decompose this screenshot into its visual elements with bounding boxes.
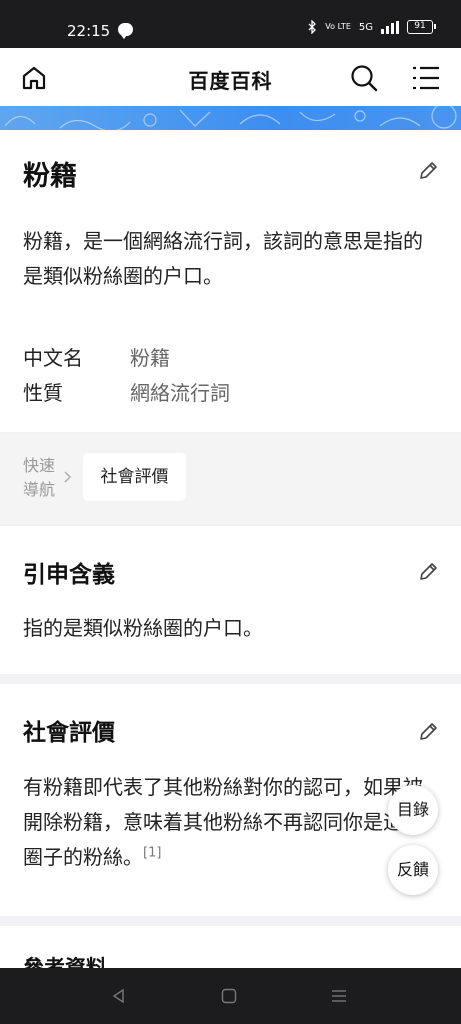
app-header: 百度百科 (0, 48, 461, 106)
chat-notification-icon (118, 23, 133, 39)
entry-title: 粉籍 (23, 161, 77, 192)
reference-link[interactable]: [1] (143, 845, 161, 860)
back-icon[interactable] (111, 988, 127, 1004)
quick-nav: 快速導航 社會評價 (0, 434, 461, 524)
info-value: 粉籍 (130, 346, 170, 370)
edit-icon[interactable] (417, 160, 439, 182)
status-time: 22:15 (67, 22, 111, 40)
info-row: 性質 網絡流行詞 (23, 377, 230, 406)
system-nav-bar (0, 968, 461, 1024)
signal-icon (381, 20, 399, 34)
section-text: 有粉籍即代表了其他粉絲對你的認可，如果被開除粉籍，意味着其他粉絲不再認同你是這個… (23, 775, 423, 869)
menu-icon[interactable] (412, 65, 440, 91)
bluetooth-icon (308, 20, 317, 34)
edit-icon[interactable] (417, 561, 439, 583)
quick-nav-label: 快速導航 (23, 456, 56, 499)
banner-decoration (0, 106, 461, 130)
site-title: 百度百科 (188, 69, 273, 93)
toc-button[interactable]: 目錄 (388, 785, 438, 835)
section-card: 引申含義 指的是類似粉絲圈的户口。 (0, 526, 461, 674)
info-key: 中文名 (23, 346, 83, 370)
edit-icon[interactable] (417, 721, 439, 743)
section-title: 社會評價 (23, 720, 115, 746)
info-value: 網絡流行詞 (130, 381, 230, 405)
entry-card: 粉籍 粉籍，是一個網絡流行詞，該詞的意思是指的是類似粉絲圈的户口。 中文名 粉籍… (0, 130, 461, 432)
battery-icon: 91 (407, 20, 436, 34)
search-icon[interactable] (350, 64, 378, 92)
section-title: 引申含義 (23, 562, 115, 588)
chevron-right-icon (64, 471, 71, 483)
section-body: 有粉籍即代表了其他粉絲對你的認可，如果被開除粉籍，意味着其他粉絲不再認同你是這個… (23, 770, 441, 875)
info-row: 中文名 粉籍 (23, 342, 170, 371)
references-card: 參考資料 (0, 926, 461, 968)
recents-icon[interactable] (331, 988, 347, 1004)
section-body: 指的是類似粉絲圈的户口。 (23, 616, 263, 640)
home-nav-icon[interactable] (221, 988, 237, 1004)
network-type: 5G (358, 21, 373, 33)
info-key: 性質 (23, 381, 63, 405)
entry-summary: 粉籍，是一個網絡流行詞，該詞的意思是指的是類似粉絲圈的户口。 (23, 229, 423, 288)
references-title: 參考資料 (23, 956, 107, 968)
volte-indicator: Vo LTE (325, 22, 351, 31)
feedback-button[interactable]: 反饋 (388, 845, 438, 895)
quick-nav-item-social-evaluation[interactable]: 社會評價 (83, 453, 186, 501)
status-bar: 22:15 Vo LTE 5G 91 (0, 0, 461, 48)
